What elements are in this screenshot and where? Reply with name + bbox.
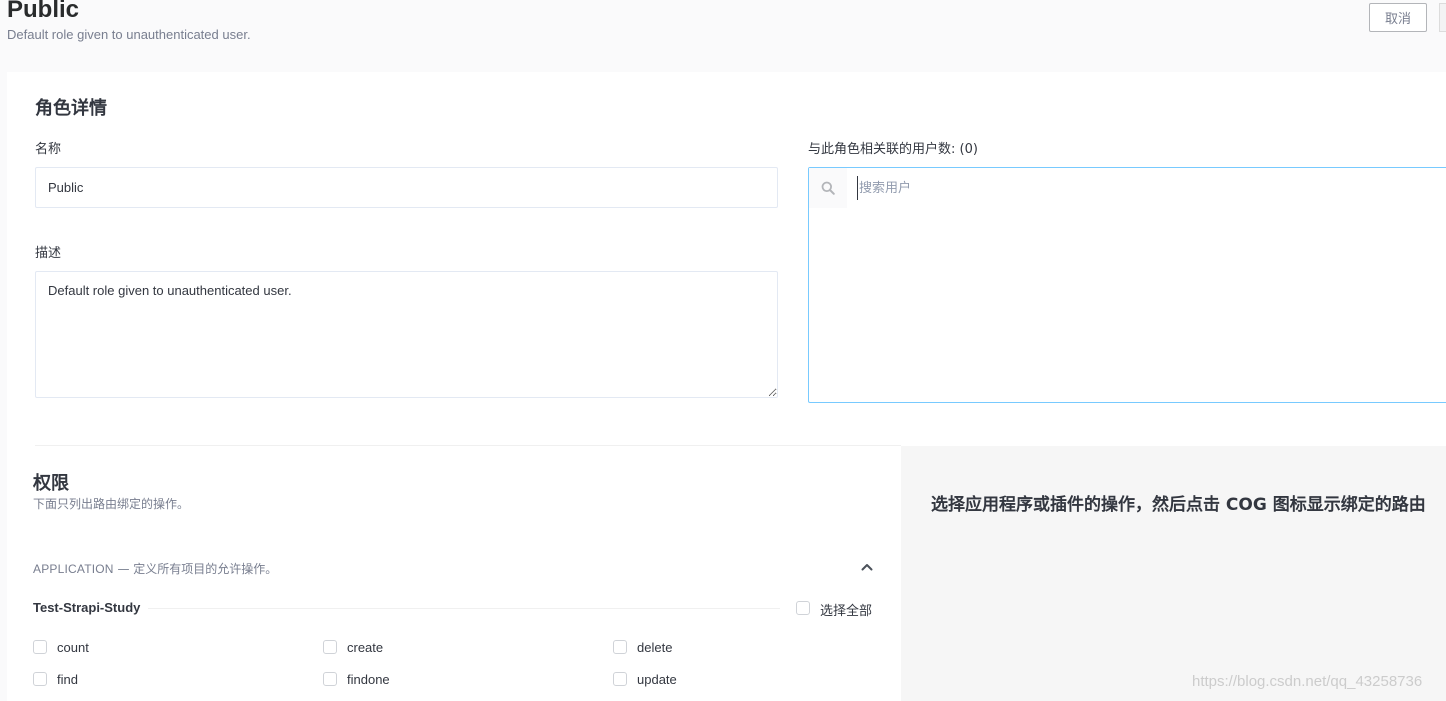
action-label-create[interactable]: create	[347, 640, 383, 655]
checkbox-find[interactable]	[33, 672, 47, 686]
permissions-title: 权限	[33, 473, 69, 494]
watermark: https://blog.csdn.net/qq_43258736	[1192, 673, 1423, 690]
search-icon	[809, 168, 847, 208]
role-details-title: 角色详情	[35, 98, 107, 119]
checkbox-delete[interactable]	[613, 640, 627, 654]
name-label: 名称	[35, 142, 62, 157]
action-label-find[interactable]: find	[57, 672, 78, 687]
page-title: Public	[7, 0, 80, 23]
select-all-checkbox[interactable]	[796, 601, 810, 615]
routes-panel: 选择应用程序或插件的操作，然后点击 COG 图标显示绑定的路由	[901, 446, 1446, 701]
checkbox-count[interactable]	[33, 640, 47, 654]
action-label-delete[interactable]: delete	[637, 640, 672, 655]
checkbox-create[interactable]	[323, 640, 337, 654]
routes-hint: 选择应用程序或插件的操作，然后点击 COG 图标显示绑定的路由	[931, 495, 1426, 515]
cancel-button[interactable]: 取消	[1369, 3, 1427, 32]
action-label-findone[interactable]: findone	[347, 672, 390, 687]
checkbox-update[interactable]	[613, 672, 627, 686]
users-search-box	[808, 167, 1446, 403]
plugin-name: Test-Strapi-Study	[33, 600, 141, 615]
users-count-label: 与此角色相关联的用户数: (0)	[808, 142, 978, 157]
select-all-label[interactable]: 选择全部	[820, 600, 872, 619]
action-label-count[interactable]: count	[57, 640, 89, 655]
description-label: 描述	[35, 246, 62, 261]
page-subtitle: Default role given to unauthenticated us…	[7, 27, 251, 42]
description-textarea[interactable]: Default role given to unauthenticated us…	[35, 271, 778, 398]
plugin-divider	[148, 608, 780, 609]
application-header[interactable]: APPLICATION — 定义所有项目的允许操作。	[33, 560, 277, 577]
name-input[interactable]	[35, 167, 778, 208]
permissions-subtitle: 下面只列出路由绑定的操作。	[33, 497, 190, 511]
application-description: — 定义所有项目的允许操作。	[113, 562, 278, 576]
chevron-up-icon[interactable]	[860, 560, 874, 574]
application-name: APPLICATION	[33, 562, 114, 576]
save-button-edge[interactable]	[1439, 3, 1446, 32]
action-label-update[interactable]: update	[637, 672, 677, 687]
search-users-input[interactable]	[857, 176, 1257, 200]
page: Public Default role given to unauthentic…	[0, 0, 1446, 701]
section-divider	[35, 445, 901, 446]
checkbox-findone[interactable]	[323, 672, 337, 686]
